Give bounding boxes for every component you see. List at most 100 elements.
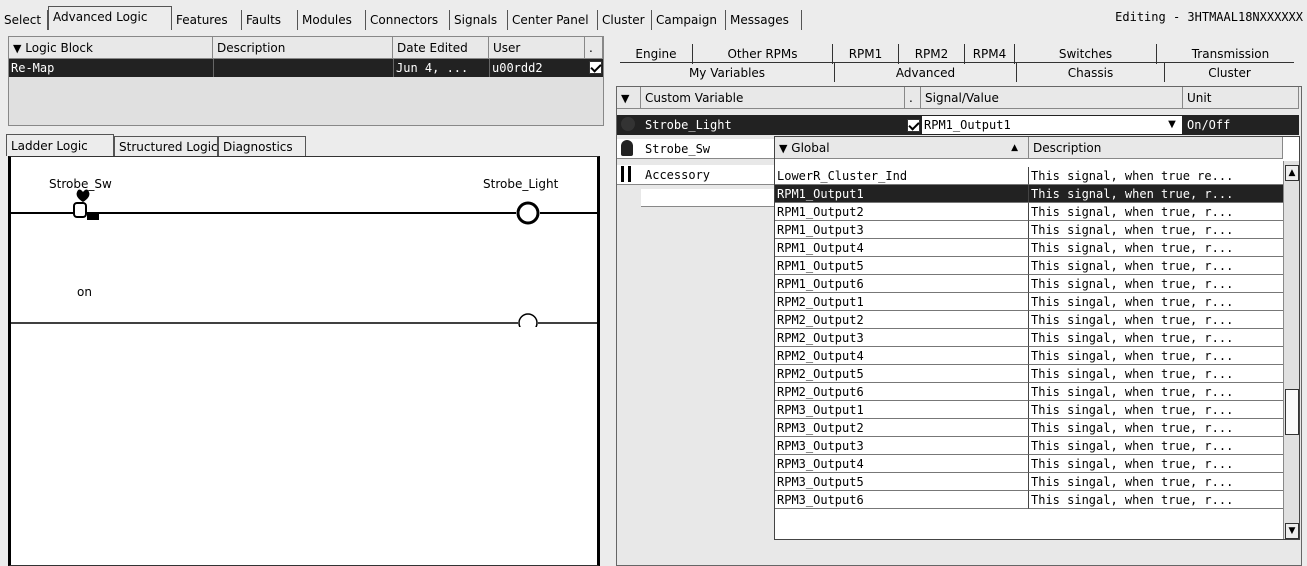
global-signal-cell: RPM2_Output3 (775, 329, 1029, 347)
tab-features[interactable]: Features (172, 10, 242, 30)
row-checkbox[interactable] (907, 119, 920, 132)
signal-description-cell: This singal, when true, r... (1029, 311, 1283, 329)
filter-icon[interactable]: ▼ (13, 42, 21, 55)
ladder-canvas[interactable]: Strobe_Sw Strobe_Light on (8, 156, 600, 566)
table-row[interactable]: Strobe_Light RPM1_Output1 ▼ On/Off (617, 115, 1299, 135)
col-user[interactable]: User (489, 37, 585, 59)
filter-icon[interactable]: ▼ (617, 87, 641, 109)
list-item[interactable]: RPM3_Output3 This singal, when true, r... (775, 437, 1283, 455)
col-signal-value[interactable]: Signal/Value (921, 87, 1183, 109)
signal-description-cell: This singal, when true, r... (1029, 329, 1283, 347)
signal-description-cell: This singal, when true, r... (1029, 365, 1283, 383)
tab-center-panel[interactable]: Center Panel (508, 10, 598, 30)
tab-campaign[interactable]: Campaign (652, 10, 726, 30)
table-row[interactable]: Re-Map Jun 4, ... u00rdd2 (9, 59, 603, 77)
global-signal-cell: RPM3_Output5 (775, 473, 1029, 491)
list-item[interactable]: RPM1_Output5 This signal, when true, r... (775, 257, 1283, 275)
list-item[interactable]: RPM1_Output4 This signal, when true, r... (775, 239, 1283, 257)
table-row[interactable]: Accessory (617, 165, 777, 185)
scrollbar[interactable]: ▲ ▼ (1283, 161, 1299, 539)
signal-description-cell: This signal, when true, r... (1029, 257, 1283, 275)
dropdown-rows: LowerR_Cluster_Ind This signal, when true… (775, 167, 1283, 539)
scroll-up-icon[interactable]: ▲ (1285, 165, 1299, 181)
col-unit[interactable]: Unit (1183, 87, 1299, 109)
list-item[interactable]: RPM3_Output5 This singal, when true, r... (775, 473, 1283, 491)
tab-transmission[interactable]: Transmission (1156, 44, 1304, 64)
tab-connectors[interactable]: Connectors (366, 10, 450, 30)
switch-input-icon[interactable] (73, 189, 99, 221)
dropdown-arrow-icon[interactable]: ▼ (1162, 116, 1182, 134)
list-item[interactable]: RPM3_Output1 This singal, when true, r... (775, 401, 1283, 419)
list-item[interactable]: RPM3_Output4 This singal, when true, r... (775, 455, 1283, 473)
col-dot[interactable]: . (905, 87, 921, 109)
global-signal-cell: RPM3_Output6 (775, 491, 1029, 509)
tab-modules[interactable]: Modules (298, 10, 366, 30)
tab-advanced-logic[interactable]: Advanced Logic (48, 6, 172, 30)
col-dd-description[interactable]: Description (1029, 137, 1283, 159)
tab-chassis[interactable]: Chassis (1016, 62, 1164, 82)
coil-output-icon[interactable] (516, 201, 540, 225)
tab-rpm4[interactable]: RPM4 (964, 44, 1014, 64)
list-item[interactable]: RPM1_Output6 This signal, when true, r... (775, 275, 1283, 293)
col-global[interactable]: ▼ Global ▲ (775, 137, 1029, 159)
col-logic-block[interactable]: ▼ Logic Block (9, 37, 213, 59)
tab-diagnostics[interactable]: Diagnostics (218, 136, 306, 156)
tab-cluster-right[interactable]: Cluster (1164, 62, 1294, 82)
tab-messages[interactable]: Messages (726, 10, 802, 30)
list-item[interactable]: RPM2_Output6 This singal, when true, r... (775, 383, 1283, 401)
global-signal-cell: RPM1_Output3 (775, 221, 1029, 239)
tab-signals[interactable]: Signals (450, 10, 508, 30)
sort-up-icon[interactable]: ▲ (1011, 137, 1018, 158)
variable-name-cell: Strobe_Light (645, 118, 732, 132)
list-item[interactable]: RPM2_Output2 This singal, when true, r... (775, 311, 1283, 329)
signal-description-cell: This signal, when true, r... (1029, 203, 1283, 221)
global-signal-cell: RPM2_Output1 (775, 293, 1029, 311)
col-description[interactable]: Description (213, 37, 393, 59)
tab-structured-logic[interactable]: Structured Logic (114, 136, 218, 156)
col-check[interactable]: . (585, 37, 603, 59)
list-item[interactable]: LowerR_Cluster_Ind This signal, when true… (775, 167, 1283, 185)
ladder-rungs (11, 189, 597, 327)
signal-dropdown-list[interactable]: ▼ Global ▲ Description LowerR_Cluster_In… (774, 136, 1300, 540)
list-item[interactable]: RPM2_Output5 This singal, when true, r... (775, 365, 1283, 383)
global-signal-cell: RPM1_Output4 (775, 239, 1029, 257)
signal-description-cell: This singal, when true, r... (1029, 347, 1283, 365)
scroll-down-icon[interactable]: ▼ (1285, 523, 1299, 539)
tab-ladder-logic[interactable]: Ladder Logic (6, 134, 114, 156)
signal-value-input[interactable]: RPM1_Output1 (922, 116, 1162, 134)
signal-description-cell: This singal, when true, r... (1029, 383, 1283, 401)
tab-other-rpms[interactable]: Other RPMs (692, 44, 832, 64)
main-tab-bar: Select Advanced Logic Features Faults Mo… (0, 0, 1307, 30)
tab-faults[interactable]: Faults (242, 10, 298, 30)
list-item[interactable]: RPM3_Output2 This singal, when true, r... (775, 419, 1283, 437)
scrollbar-thumb[interactable] (1285, 389, 1299, 435)
tab-my-variables[interactable]: My Variables (620, 62, 834, 82)
list-item[interactable]: RPM1_Output3 This signal, when true, r... (775, 221, 1283, 239)
list-item[interactable]: RPM2_Output1 This singal, when true, r... (775, 293, 1283, 311)
col-date-edited[interactable]: Date Edited (393, 37, 489, 59)
coil-output-icon[interactable] (518, 313, 538, 327)
global-signal-cell: RPM3_Output4 (775, 455, 1029, 473)
tab-engine[interactable]: Engine (620, 44, 692, 64)
table-row[interactable]: Strobe_Sw (617, 139, 777, 159)
empty-row (641, 189, 777, 207)
global-signal-cell: RPM2_Output4 (775, 347, 1029, 365)
tab-select[interactable]: Select (0, 10, 48, 30)
list-item[interactable]: RPM2_Output4 This singal, when true, r... (775, 347, 1283, 365)
list-item[interactable]: RPM2_Output3 This singal, when true, r... (775, 329, 1283, 347)
tab-rpm1[interactable]: RPM1 (832, 44, 898, 64)
list-item[interactable]: RPM3_Output6 This singal, when true, r... (775, 491, 1283, 509)
variable-name-cell: Accessory (645, 168, 711, 182)
list-item[interactable]: RPM1_Output2 This signal, when true, r... (775, 203, 1283, 221)
tab-advanced[interactable]: Advanced (834, 62, 1016, 82)
filter-icon[interactable]: ▼ (779, 142, 787, 155)
tab-rpm2[interactable]: RPM2 (898, 44, 964, 64)
row-checkbox[interactable] (589, 61, 602, 74)
tab-switches[interactable]: Switches (1014, 44, 1156, 64)
signal-description-cell: This signal, when true, r... (1029, 185, 1283, 203)
bar-icon (621, 166, 624, 182)
col-custom-variable[interactable]: Custom Variable (641, 87, 905, 109)
tab-cluster[interactable]: Cluster (598, 10, 652, 30)
list-item[interactable]: RPM1_Output1 This signal, when true, r... (775, 185, 1283, 203)
global-signal-cell: RPM3_Output2 (775, 419, 1029, 437)
